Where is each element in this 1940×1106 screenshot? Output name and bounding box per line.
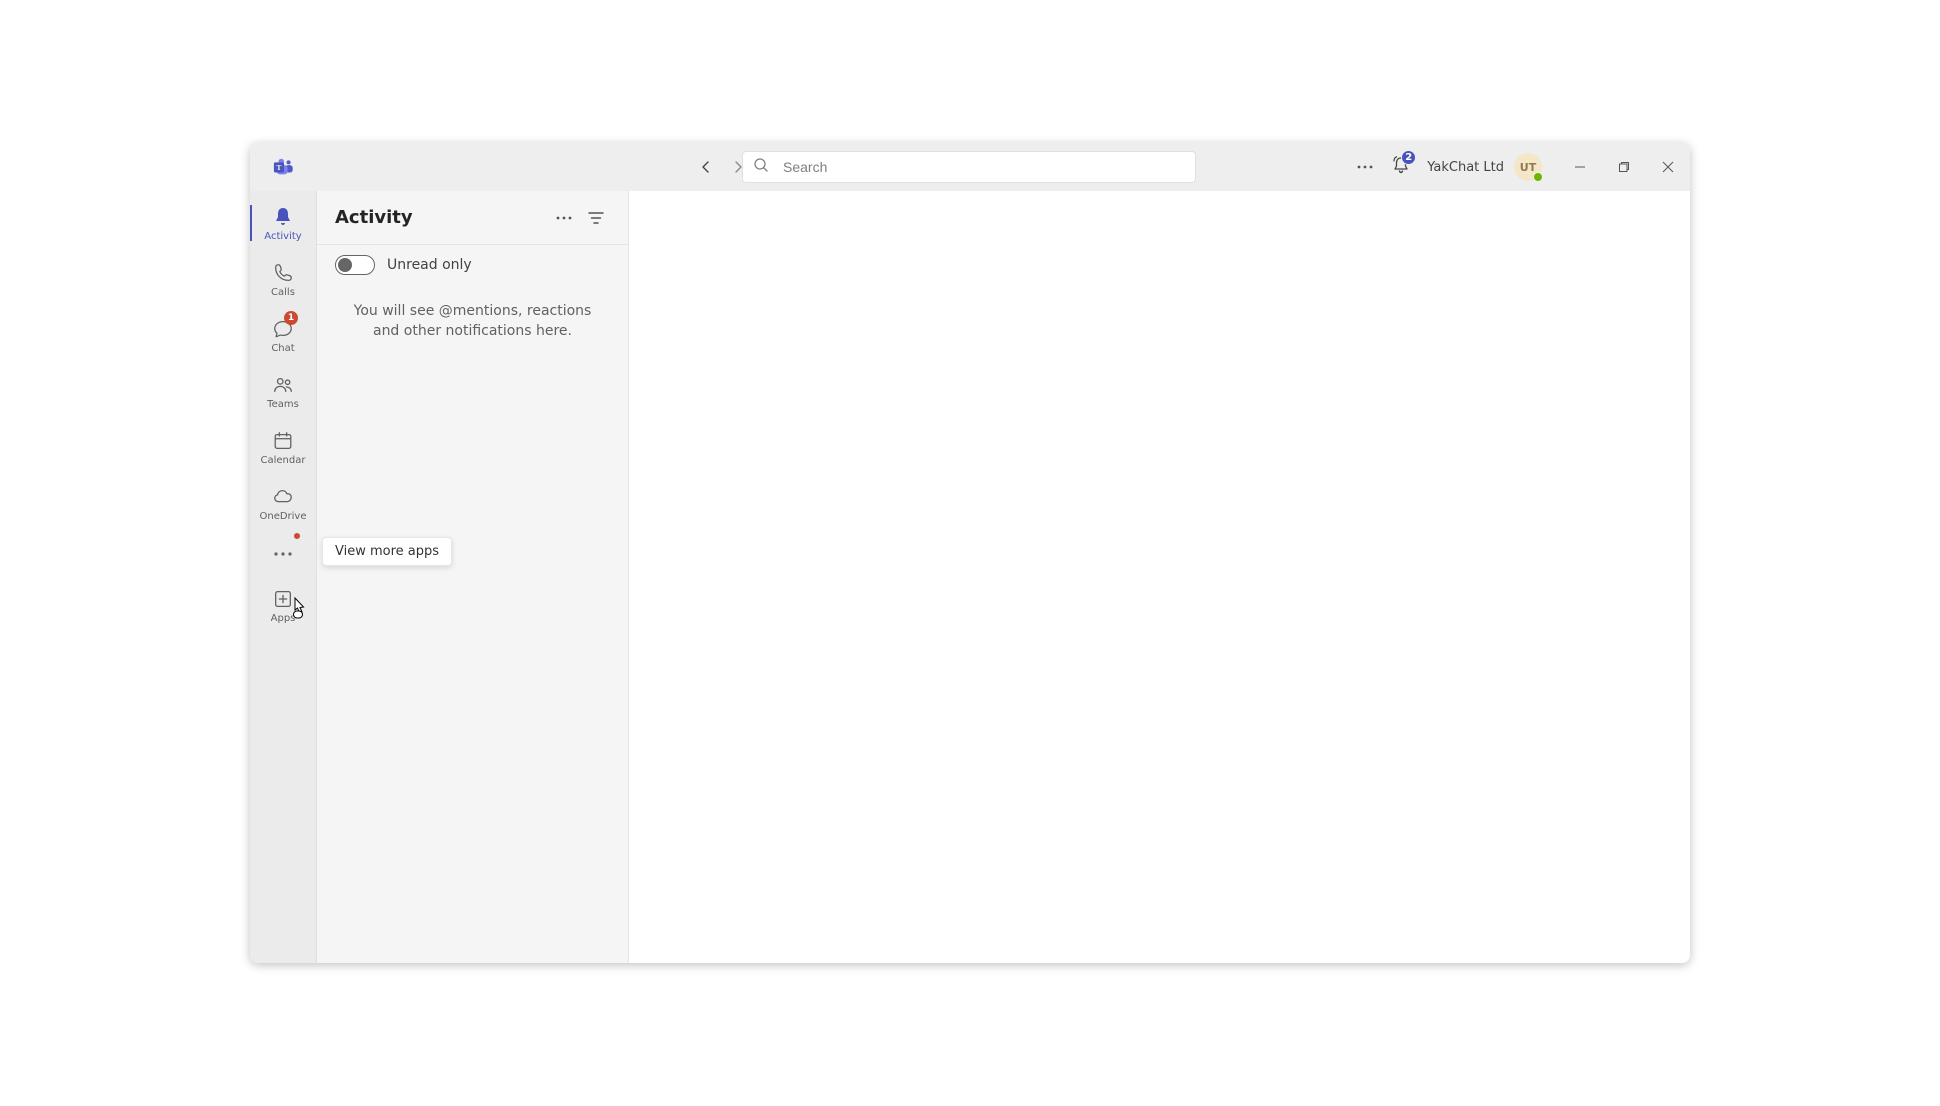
bell-filled-icon (271, 205, 295, 229)
phone-icon (271, 261, 295, 285)
rail-label: Teams (267, 399, 299, 410)
org-name-label[interactable]: YakChat Ltd (1419, 160, 1512, 175)
rail-item-chat[interactable]: 1 Chat (250, 307, 316, 363)
search-box[interactable] (742, 151, 1196, 183)
rail-label: Calendar (261, 455, 306, 466)
rail-label: Calls (271, 287, 295, 298)
close-button[interactable] (1646, 143, 1690, 191)
rail-item-activity[interactable]: Activity (250, 195, 316, 251)
rail-label: OneDrive (259, 511, 306, 522)
teams-icon: T (273, 156, 295, 178)
rail-label: Chat (271, 343, 294, 354)
more-icon (271, 542, 295, 566)
unread-only-toggle[interactable] (335, 255, 375, 275)
avatar-initials: UT (1520, 161, 1536, 174)
maximize-button[interactable] (1602, 143, 1646, 191)
more-apps-tooltip: View more apps (322, 537, 452, 566)
settings-more-button[interactable] (1347, 165, 1383, 169)
rail-label: Apps (271, 613, 296, 624)
rail-label: Activity (264, 231, 301, 242)
rail-item-calendar[interactable]: Calendar (250, 419, 316, 475)
app-rail: Activity Calls 1 Chat (250, 191, 317, 963)
rail-more-button[interactable] (250, 531, 316, 577)
presence-available-icon (1533, 172, 1543, 182)
activity-filter-button[interactable] (582, 204, 610, 232)
rail-item-teams[interactable]: Teams (250, 363, 316, 419)
search-input[interactable] (783, 159, 1185, 175)
toggle-knob (338, 258, 352, 272)
svg-text:T: T (276, 163, 281, 172)
user-avatar[interactable]: UT (1514, 153, 1542, 181)
window-controls (1558, 143, 1690, 191)
people-icon (271, 373, 295, 397)
cloud-icon (271, 485, 295, 509)
nav-back-button[interactable] (690, 151, 722, 183)
search-icon (753, 157, 769, 177)
unread-only-label: Unread only (387, 257, 472, 273)
activity-title: Activity (335, 207, 413, 228)
chat-badge: 1 (284, 311, 298, 325)
minimize-button[interactable] (1558, 143, 1602, 191)
activity-options-button[interactable] (550, 204, 578, 232)
titlebar: T (250, 143, 1690, 191)
unread-only-row: Unread only (317, 245, 628, 285)
activity-empty-message: You will see @mentions, reactions and ot… (317, 285, 628, 358)
notifications-button[interactable]: 2 (1383, 143, 1419, 191)
app-window: T (250, 143, 1690, 963)
rail-item-onedrive[interactable]: OneDrive (250, 475, 316, 531)
rail-item-calls[interactable]: Calls (250, 251, 316, 307)
more-notification-dot (294, 533, 300, 539)
activity-header-actions (550, 204, 610, 232)
app-body: Activity Calls 1 Chat (250, 191, 1690, 963)
calendar-icon (271, 429, 295, 453)
rail-item-apps[interactable]: Apps (250, 577, 316, 633)
apps-icon (271, 587, 295, 611)
notification-badge: 2 (1401, 150, 1416, 165)
activity-panel: Activity Unread only You will see @menti… (317, 191, 629, 963)
app-logo: T (250, 156, 317, 178)
titlebar-right: 2 YakChat Ltd UT (1347, 143, 1690, 191)
activity-header: Activity (317, 191, 628, 245)
main-content (629, 191, 1690, 963)
